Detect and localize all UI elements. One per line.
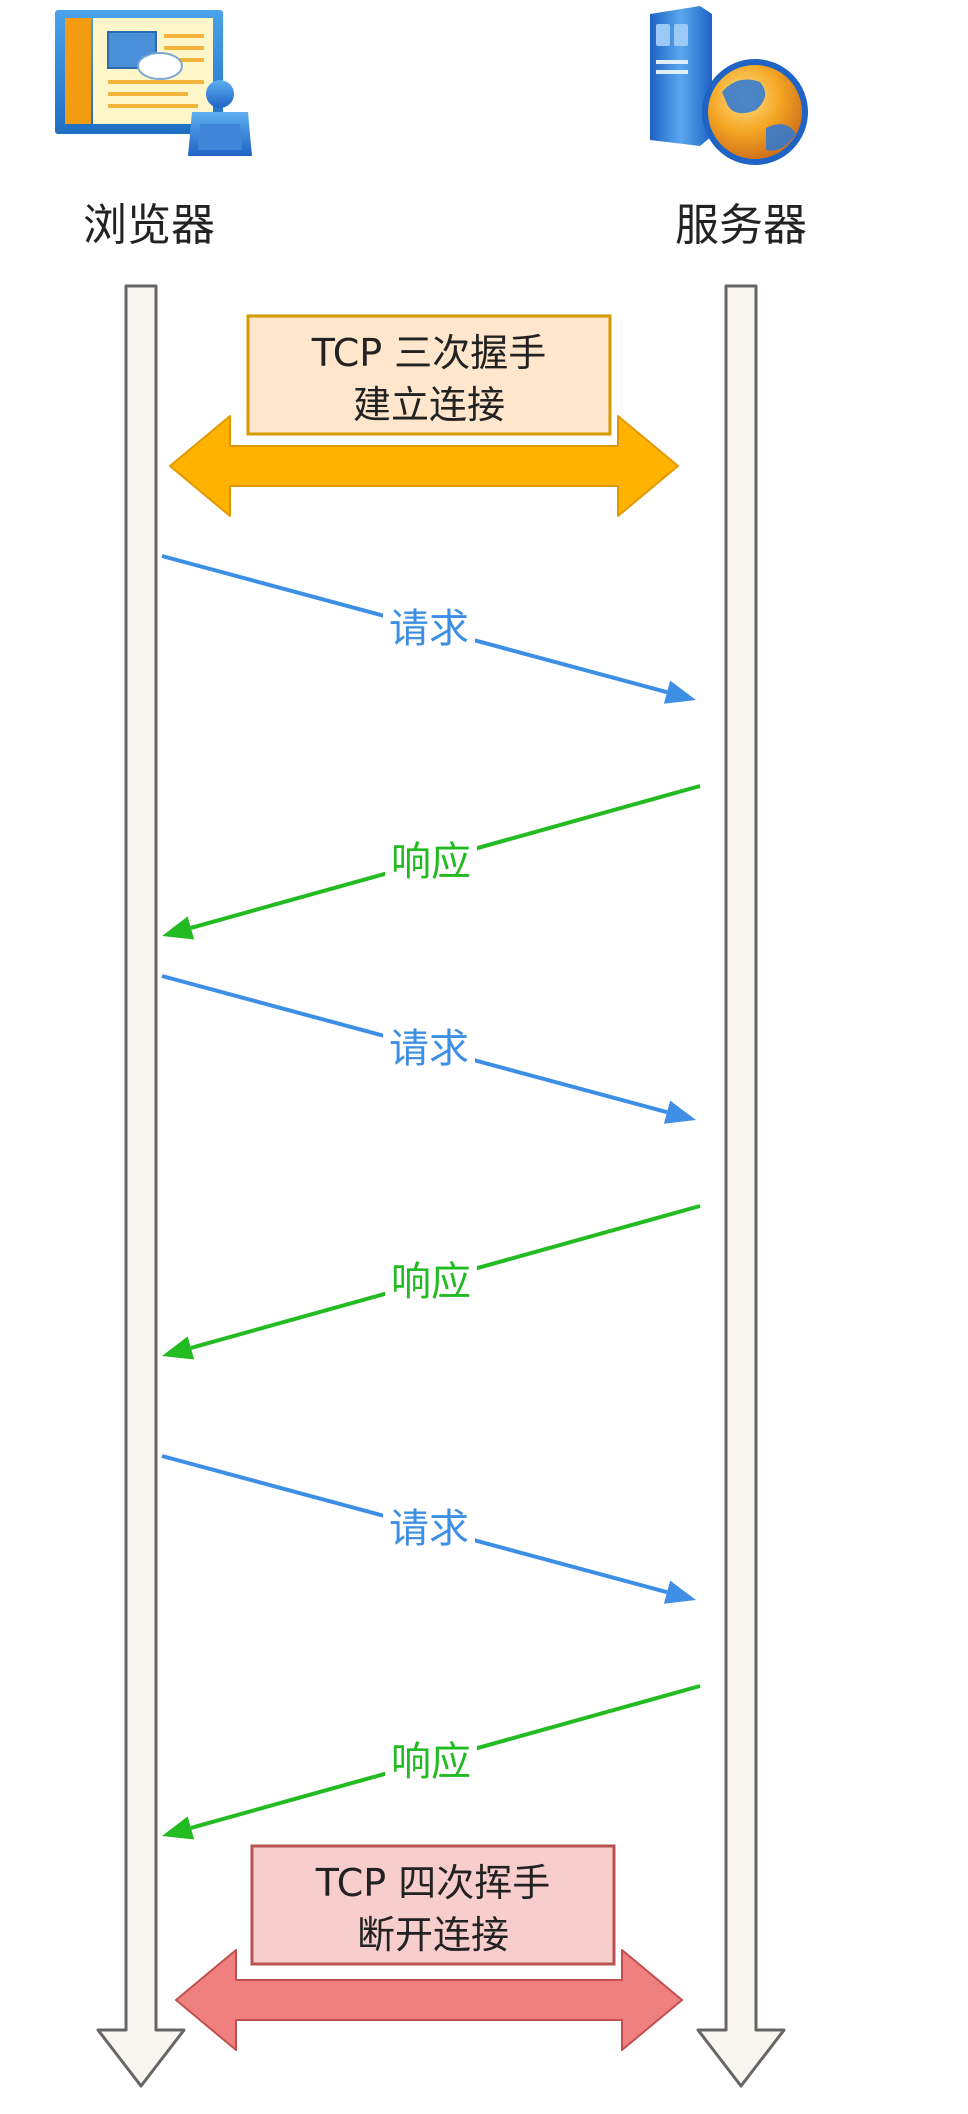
- tcp-teardown-line2: 断开连接: [357, 1913, 509, 1957]
- message-label-5: 请求: [389, 1506, 469, 1552]
- message-arrowhead-5: [663, 1580, 696, 1604]
- message-label-4: 响应: [391, 1259, 471, 1305]
- sequence-diagram: 浏览器 服务器 TCP 三次握手 建立连接 请求响应请求响应请求响应 TCP 四…: [55, 6, 808, 2088]
- message-arrows: 请求响应请求响应请求响应: [161, 554, 701, 1840]
- tcp-handshake-block: TCP 三次握手 建立连接: [169, 314, 679, 517]
- tcp-handshake-line2: 建立连接: [353, 383, 505, 427]
- message-arrowhead-4: [162, 1336, 195, 1360]
- server-globe-icon: [650, 6, 808, 165]
- message-label-6: 响应: [391, 1739, 471, 1785]
- browser-label: 浏览器: [83, 200, 215, 251]
- message-label-3: 请求: [389, 1026, 469, 1072]
- browser-lifeline: [96, 284, 186, 2088]
- tcp-teardown-block: TCP 四次挥手 断开连接: [175, 1844, 683, 2051]
- browser-window-icon: [55, 10, 252, 156]
- tcp-handshake-line1: TCP 三次握手: [311, 331, 547, 375]
- message-label-2: 响应: [391, 839, 471, 885]
- server-label: 服务器: [675, 200, 807, 251]
- server-lifeline: [696, 284, 786, 2088]
- message-label-1: 请求: [389, 606, 469, 652]
- message-arrowhead-2: [162, 916, 195, 940]
- tcp-teardown-line1: TCP 四次挥手: [315, 1861, 551, 1905]
- message-arrowhead-3: [663, 1100, 696, 1124]
- message-arrowhead-6: [162, 1816, 195, 1840]
- message-arrowhead-1: [663, 680, 696, 704]
